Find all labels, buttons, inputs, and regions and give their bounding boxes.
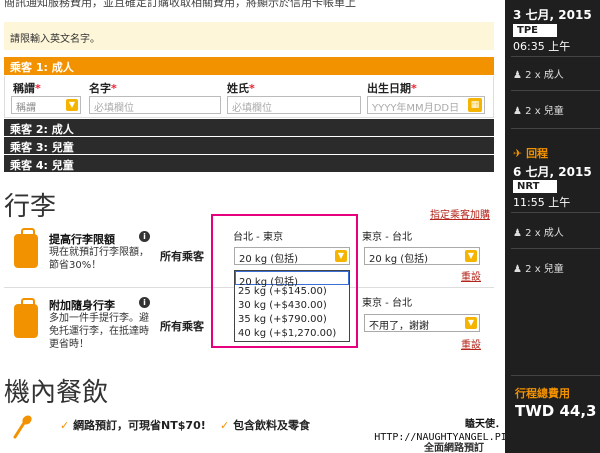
total-value: TWD 44,3 (515, 402, 597, 420)
all-passengers-label: 所有乘客 (160, 320, 204, 333)
passenger-1-form: 稱謂* 名字* 姓氏* 出生日期* 稱謂 ▼ 必填欄位 必填欄位 YYYY年MM… (4, 76, 494, 118)
carry-on-bag-icon (14, 298, 38, 338)
baggage-title: 行李 (4, 192, 57, 222)
dropdown-option[interactable]: 35 kg (+$790.00) (235, 313, 349, 327)
divider (511, 56, 600, 57)
meals-title: 機內餐飲 (4, 378, 109, 408)
person-icon: ♟ (513, 228, 522, 239)
surname-input[interactable]: 必填欄位 (227, 96, 361, 114)
title-select[interactable]: 稱謂 ▼ (11, 96, 81, 114)
outbound-time: 06:35 上午 (513, 40, 571, 53)
english-name-hint: 請限輸入英文名字。 (4, 22, 494, 50)
outbound-adults: ♟ 2 x 成人 (513, 70, 564, 81)
outbound-children: ♟ 2 x 兒童 (513, 106, 564, 117)
return-baggage-select[interactable]: 20 kg (包括) ▼ (364, 247, 480, 265)
outbound-airport: TPE (513, 24, 557, 37)
first-name-input[interactable]: 必填欄位 (89, 96, 221, 114)
dropdown-option[interactable]: 40 kg (+$1,270.00) (235, 327, 349, 341)
specify-passenger-link[interactable]: 指定乘客加購 (430, 206, 490, 221)
return-route: 東京 - 台北 (362, 232, 412, 243)
plane-icon: ✈ (513, 147, 523, 160)
dob-input[interactable]: YYYY年MM月DD日 ▦ (367, 96, 485, 114)
return-adults: ♟ 2 x 成人 (513, 228, 564, 239)
child-icon: ♟ (513, 106, 522, 117)
return-label: ✈ 回程 (513, 147, 549, 160)
child-icon: ♟ (513, 264, 522, 275)
surname-label: 姓氏* (227, 82, 255, 95)
divider (511, 212, 600, 213)
return-children: ♟ 2 x 兒童 (513, 264, 564, 275)
chevron-down-icon: ▼ (465, 250, 477, 262)
return-date: 6 七月, 2015 (513, 165, 592, 179)
passenger-1-header[interactable]: 乘客 1: 成人 (4, 57, 494, 75)
return-time: 11:55 上午 (513, 196, 571, 209)
first-name-label: 名字* (89, 82, 117, 95)
return-route: 東京 - 台北 (362, 298, 412, 309)
person-icon: ♟ (513, 70, 522, 81)
total-label: 行程總費用 (515, 387, 570, 400)
outbound-date: 3 七月, 2015 (513, 8, 592, 22)
baggage-options-dropdown[interactable]: 20 kg (包括) 25 kg (+$145.00) 30 kg (+$430… (234, 270, 350, 342)
itinerary-sidebar: 3 七月, 2015 TPE 06:35 上午 ♟ 2 x 成人 ♟ 2 x 兒… (505, 0, 600, 453)
checked-baggage-title: 提高行李限額 (49, 233, 115, 246)
passenger-2-header[interactable]: 乘客 2: 成人 (4, 119, 494, 136)
meal-benefit-1: ✓ 網路預訂，可現省NT$70! (60, 419, 206, 432)
reset-carry-on-link[interactable]: 重設 (461, 336, 481, 351)
passenger-3-header[interactable]: 乘客 3: 兒童 (4, 137, 494, 154)
top-note: 簡訊通知服務費用，並且確定訂購收取相關費用，將顯示於信用卡帳單上 (4, 0, 356, 8)
booking-main: 簡訊通知服務費用，並且確定訂購收取相關費用，將顯示於信用卡帳單上 請限輸入英文名… (0, 0, 500, 453)
divider (511, 90, 600, 91)
checked-baggage-desc: 現在就預訂行李限額，節省30%！ (49, 247, 149, 271)
reset-checked-baggage-link[interactable]: 重設 (461, 268, 481, 283)
calendar-icon[interactable]: ▦ (468, 98, 482, 112)
info-icon[interactable]: i (139, 231, 150, 242)
return-airport: NRT (513, 180, 557, 193)
info-icon[interactable]: i (139, 297, 150, 308)
spoon-icon (12, 414, 34, 440)
dob-label: 出生日期* (367, 82, 417, 95)
all-passengers-label: 所有乘客 (160, 250, 204, 263)
suitcase-icon (14, 228, 38, 268)
dropdown-option[interactable]: 20 kg (包括) (235, 271, 349, 288)
dropdown-option[interactable]: 25 kg (+$145.00) (235, 285, 349, 299)
dropdown-option[interactable]: 30 kg (+$430.00) (235, 299, 349, 313)
divider (511, 248, 600, 249)
passenger-4-header[interactable]: 乘客 4: 兒童 (4, 155, 494, 172)
divider (511, 128, 600, 129)
carry-on-return-select[interactable]: 不用了，謝謝 ▼ (364, 314, 480, 332)
carry-on-desc: 多加一件手提行李。避免托運行李，在抵達時更省時！ (49, 313, 149, 350)
carry-on-title: 附加隨身行李 (49, 299, 115, 312)
chevron-down-icon: ▼ (66, 99, 78, 111)
title-label: 稱謂* (13, 82, 41, 95)
chevron-down-icon: ▼ (465, 317, 477, 329)
